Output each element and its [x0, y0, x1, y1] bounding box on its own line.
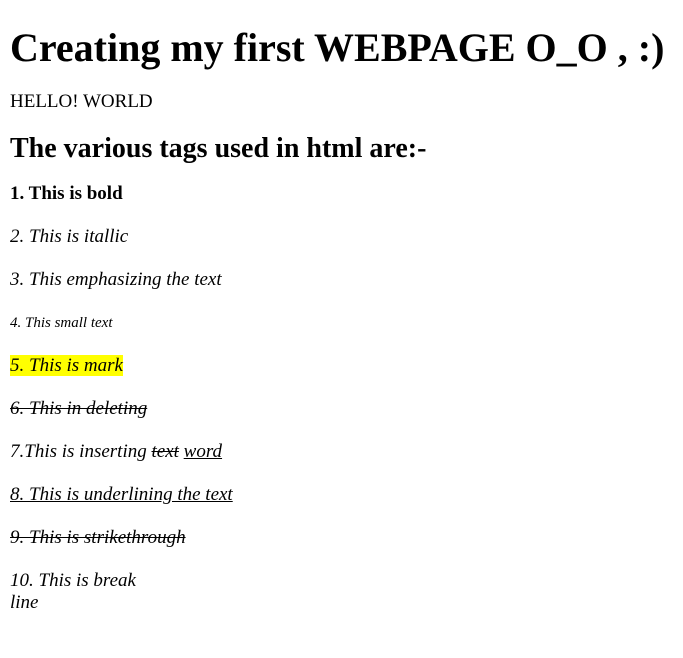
tags-subheading: The various tags used in html are:- [10, 133, 427, 164]
insert-example-inserted-word: word [183, 441, 223, 462]
strikethrough-example: 9. This is strikethrough [10, 527, 186, 548]
emphasis-example: 3. This emphasizing the text [10, 269, 222, 290]
strikethrough-example-line: 9. This is strikethrough [10, 527, 673, 549]
mark-example: 5. This is mark [10, 355, 123, 376]
insert-example-prefix: 7.This is inserting [10, 441, 152, 462]
break-example: 10. This is break line [10, 570, 673, 614]
underline-example-line: 8. This is underlining the text [10, 484, 673, 506]
greeting-text: HELLO! WORLD [10, 91, 153, 112]
insert-example-line: 7.This is inserting text word [10, 441, 673, 463]
delete-example-line: 6. This in deleting [10, 398, 673, 420]
mark-example-line: 5. This is mark [10, 355, 673, 377]
small-text-example: 4. This small text [10, 315, 113, 331]
page-heading: Creating my first WEBPAGE O_O , :) [10, 25, 665, 70]
insert-example-deleted-word: text [151, 441, 179, 462]
bold-example: 1. This is bold [10, 183, 123, 204]
italic-example: 2. This is itallic [10, 226, 129, 247]
break-example-line-1: 10. This is break [10, 570, 136, 591]
deleted-text-example: 6. This in deleting [10, 398, 148, 419]
break-example-line-2: line [10, 592, 39, 613]
underline-example: 8. This is underlining the text [10, 484, 233, 505]
